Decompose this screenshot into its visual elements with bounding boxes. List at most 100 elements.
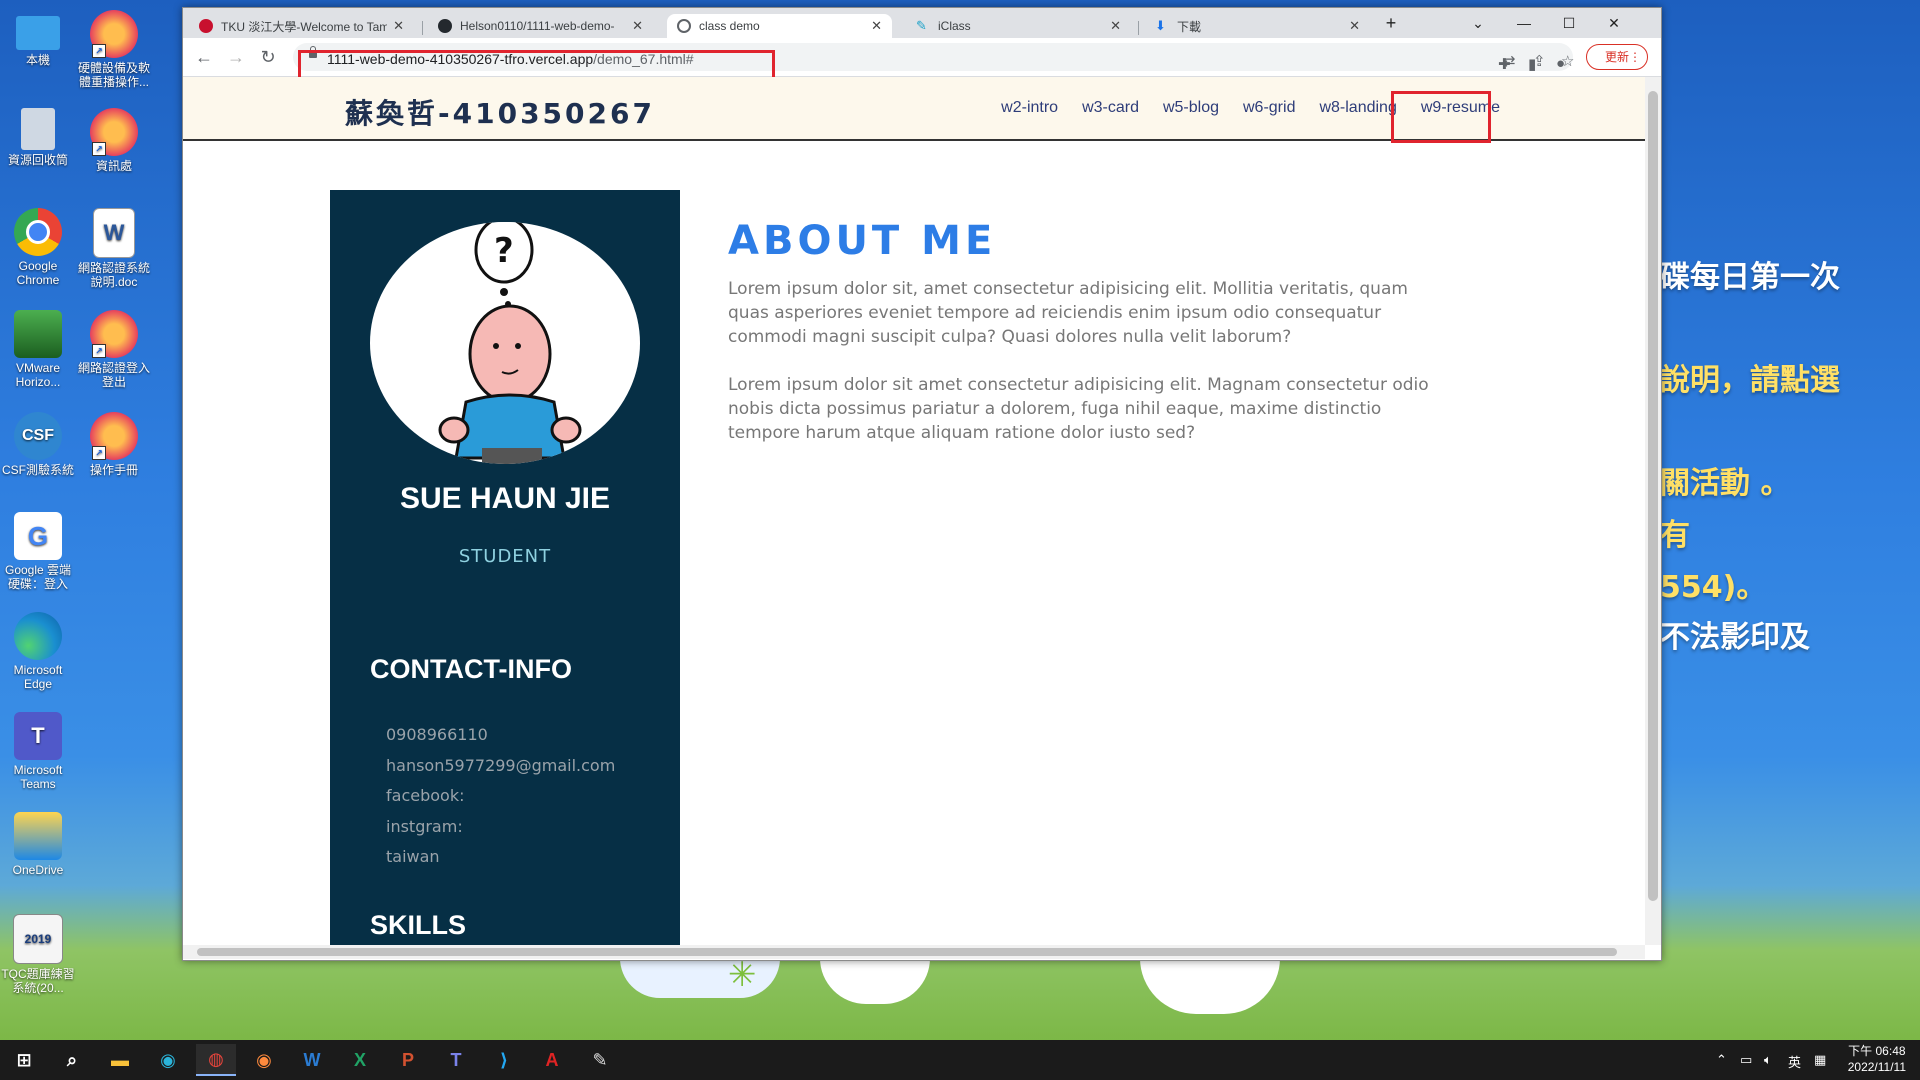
maximize-button[interactable]: ☐	[1547, 10, 1591, 36]
chrome-icon	[14, 208, 62, 256]
forward-button[interactable]: →	[225, 46, 247, 68]
volume-icon[interactable]: 🔈︎	[1764, 1052, 1772, 1068]
acrobat-taskbar-icon[interactable]: A	[532, 1044, 572, 1076]
tab-tku[interactable]: TKU 淡江大學-Welcome to Tam ✕	[189, 14, 414, 38]
minimize-button[interactable]: —	[1502, 10, 1546, 36]
firefox-icon: ↗	[90, 10, 138, 58]
file-explorer-icon[interactable]: ▬	[100, 1044, 140, 1076]
close-window-button[interactable]: ✕	[1592, 10, 1636, 36]
tab-github[interactable]: Helson0110/1111-web-demo- ✕	[428, 14, 653, 38]
nav-highlight-box	[1391, 91, 1491, 143]
new-tab-button[interactable]: +	[1376, 10, 1406, 36]
tab-separator	[1138, 21, 1139, 35]
clock-date: 2022/11/11	[1847, 1060, 1906, 1074]
update-button[interactable]: 更新 ⋮	[1586, 44, 1648, 70]
desktop-icon-label: OneDrive	[12, 863, 64, 877]
desktop-icon-label: CSF測驗系統	[1, 463, 74, 477]
network-icon[interactable]: ▭	[1740, 1052, 1752, 1068]
start-button[interactable]: ⊞	[4, 1044, 44, 1076]
desktop-icon-teams[interactable]: T Microsoft Teams	[0, 712, 76, 791]
clock[interactable]: 下午 06:48 2022/11/11	[1848, 1043, 1906, 1075]
back-button[interactable]: ←	[193, 46, 215, 68]
nav-link-w2-intro[interactable]: w2-intro	[1001, 99, 1058, 117]
update-label: 更新	[1605, 50, 1630, 64]
teams-taskbar-icon[interactable]: T	[436, 1044, 476, 1076]
clock-time: 下午 06:48	[1848, 1044, 1906, 1058]
vscode-taskbar-icon[interactable]: ⟩	[484, 1044, 524, 1076]
excel-taskbar-icon[interactable]: X	[340, 1044, 380, 1076]
chrome-taskbar-icon[interactable]: ◍	[196, 1044, 236, 1076]
close-icon[interactable]: ✕	[632, 18, 643, 34]
profile-sidebar: ? SUE HAUN JIE STUDENT CONTACT-INFO 0908	[330, 190, 680, 945]
taskbar: ⊞ ⌕ ▬ ◉ ◍ ◉ W X P T ⟩ A ✎ ⌃ ▭ 🔈︎ 英 ▦ 下午 …	[0, 1040, 1920, 1080]
powerpoint-taskbar-icon[interactable]: P	[388, 1044, 428, 1076]
chrome-center-icon	[26, 220, 50, 244]
download-icon: ⬇	[1155, 18, 1166, 33]
tab-search-button[interactable]: ⌄	[1456, 10, 1500, 36]
onedrive-icon	[14, 812, 62, 860]
edge-taskbar-icon[interactable]: ◉	[148, 1044, 188, 1076]
desktop-icon-label: 硬體設備及軟體重播操作...	[77, 61, 150, 89]
close-icon[interactable]: ✕	[871, 18, 882, 34]
firefox-icon: ↗	[90, 310, 138, 358]
paint-taskbar-icon[interactable]: ✎	[580, 1044, 620, 1076]
vertical-scrollbar[interactable]	[1645, 77, 1661, 945]
side-panel-icon[interactable]: ▮	[1528, 55, 1536, 73]
firefox-icon: ↗	[90, 412, 138, 460]
reload-button[interactable]: ↻	[257, 46, 279, 68]
desktop-icon-label: TQC題庫練習系統(20...	[1, 967, 75, 995]
background-text-line: 有	[1660, 518, 1690, 553]
ime-icon[interactable]: ▦	[1814, 1052, 1826, 1068]
desktop-icon-tqc[interactable]: 2019 TQC題庫練習系統(20...	[0, 914, 76, 995]
tab-class-demo[interactable]: class demo ✕	[667, 14, 892, 38]
desktop-icon-label: 操作手冊	[89, 463, 138, 477]
desktop-icon-onedrive[interactable]: OneDrive	[0, 812, 76, 877]
close-icon[interactable]: ✕	[1110, 18, 1121, 34]
tray-overflow-icon[interactable]: ⌃	[1716, 1052, 1727, 1068]
desktop-icon-label: Microsoft Edge	[13, 663, 63, 691]
desktop-icon-manual[interactable]: ↗ 操作手冊	[76, 412, 152, 477]
desktop-icon-network-doc[interactable]: W 網路認證系統說明.doc	[76, 208, 152, 289]
tab-title: 下載	[1177, 19, 1202, 34]
background-text-line: 說明，請點選	[1660, 363, 1840, 398]
desktop-icon-network-login[interactable]: ↗ 網路認證登入登出	[76, 310, 152, 389]
avatar: ?	[370, 222, 640, 464]
about-title: ABOUT ME	[728, 218, 997, 264]
nav-link-w5-blog[interactable]: w5-blog	[1163, 99, 1219, 117]
desktop-icon-hardware-guide[interactable]: ↗ 硬體設備及軟體重播操作...	[76, 10, 152, 89]
firefox-taskbar-icon[interactable]: ◉	[244, 1044, 284, 1076]
close-icon[interactable]: ✕	[393, 18, 404, 34]
word-taskbar-icon[interactable]: W	[292, 1044, 332, 1076]
background-text-line: 554)。	[1660, 570, 1767, 605]
tab-iclass[interactable]: ✎ iClass ✕	[906, 14, 1131, 38]
tab-title: Helson0110/1111-web-demo-	[460, 19, 615, 33]
vertical-scrollbar-thumb[interactable]	[1648, 91, 1658, 901]
desktop-icon-info-center[interactable]: ↗ 資訊處	[76, 108, 152, 173]
horizontal-scrollbar-thumb[interactable]	[197, 948, 1617, 956]
desktop-icon-google-drive[interactable]: G Google 雲端硬碟：登入	[0, 512, 76, 591]
tku-icon	[199, 19, 213, 33]
tab-title: class demo	[699, 19, 760, 33]
horizontal-scrollbar[interactable]	[183, 945, 1645, 959]
desktop-icon-label: Google Chrome	[16, 259, 60, 287]
search-icon[interactable]: ⌕	[52, 1044, 92, 1076]
nav-link-w6-grid[interactable]: w6-grid	[1243, 99, 1295, 117]
nav-link-w3-card[interactable]: w3-card	[1082, 99, 1139, 117]
desktop-icon-vmware[interactable]: VMware Horizo...	[0, 310, 76, 389]
desktop-icon-edge[interactable]: Microsoft Edge	[0, 612, 76, 691]
input-language[interactable]: 英	[1788, 1052, 1801, 1071]
profile-icon[interactable]: ●	[1556, 55, 1565, 72]
close-icon[interactable]: ✕	[1349, 18, 1360, 34]
github-icon	[438, 19, 452, 33]
desktop-icon-chrome[interactable]: Google Chrome	[0, 208, 76, 287]
desktop-icon-recycle-bin[interactable]: 資源回收筒	[0, 108, 76, 167]
iclass-icon: ✎	[916, 18, 927, 33]
desktop-icon-csf-test[interactable]: CSF CSF測驗系統	[0, 412, 76, 477]
nav-link-w8-landing[interactable]: w8-landing	[1319, 99, 1396, 117]
tab-download[interactable]: ⬇ 下載 ✕	[1145, 14, 1370, 38]
desktop-icon-this-pc[interactable]: 本機	[0, 10, 76, 67]
site-brand[interactable]: 蘇奐哲-410350267	[345, 92, 655, 132]
extensions-icon[interactable]: ✚	[1498, 55, 1511, 73]
shortcut-arrow-icon: ↗	[92, 344, 106, 358]
about-paragraph: Lorem ipsum dolor sit, amet consectetur …	[728, 279, 1408, 347]
